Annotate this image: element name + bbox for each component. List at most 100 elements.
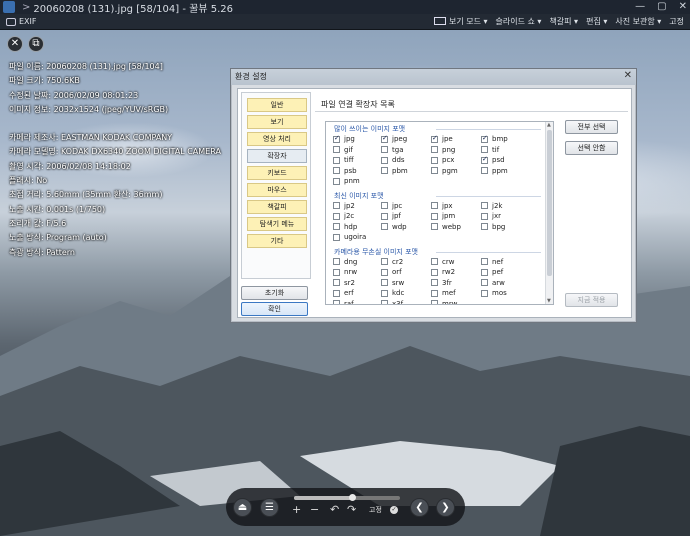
extension-checkbox-jpm[interactable]: jpm — [431, 212, 455, 220]
category-item[interactable]: 마우스 — [247, 183, 307, 197]
extension-checkbox-pcx[interactable]: pcx — [431, 156, 454, 164]
deselect-all-button[interactable]: 선택 안함 — [565, 141, 618, 155]
extension-checkbox-raf[interactable]: raf — [333, 300, 354, 304]
category-item[interactable]: 책갈피 — [247, 200, 307, 214]
checkbox[interactable] — [333, 177, 340, 185]
checkbox[interactable] — [381, 289, 388, 297]
slideshow-menu[interactable]: 슬라이드 쇼 ▾ — [496, 16, 542, 27]
checkbox[interactable] — [381, 156, 388, 164]
checkbox[interactable] — [381, 202, 388, 209]
prev-icon[interactable]: ❮ — [410, 498, 429, 517]
checkbox[interactable] — [333, 167, 340, 174]
extension-checkbox-jpg[interactable]: jpg — [333, 134, 355, 143]
fix-toggle-icon[interactable]: ✓ — [390, 506, 398, 514]
category-item[interactable]: 영상 처리 — [247, 132, 307, 146]
reset-button[interactable]: 초기화 — [241, 286, 308, 300]
checkbox[interactable] — [333, 212, 340, 220]
extension-checkbox-pef[interactable]: pef — [481, 268, 503, 276]
checkbox[interactable] — [333, 202, 340, 209]
extension-checkbox-psd[interactable]: psd — [481, 155, 505, 164]
checkbox[interactable] — [481, 258, 488, 265]
extension-checkbox-pbm[interactable]: pbm — [381, 167, 408, 175]
checkbox[interactable] — [431, 156, 438, 164]
extension-checkbox-jp2[interactable]: jp2 — [333, 202, 355, 210]
category-item[interactable]: 키보드 — [247, 166, 307, 180]
checkbox[interactable] — [431, 279, 438, 286]
checkbox[interactable] — [333, 134, 340, 143]
apply-now-button[interactable]: 지금 적용 — [565, 293, 618, 307]
eject-icon[interactable]: ⏏ — [233, 498, 252, 517]
checkbox[interactable] — [431, 134, 438, 143]
checkbox[interactable] — [381, 300, 388, 304]
checkbox[interactable] — [431, 146, 438, 153]
menu-icon[interactable]: ☰ — [260, 498, 279, 517]
checkbox[interactable] — [381, 268, 388, 276]
close-window-button[interactable]: ✕ — [679, 1, 687, 12]
copy-overlay-button[interactable]: ⧉ — [28, 36, 44, 52]
progress-bar[interactable] — [294, 494, 400, 501]
extension-scrollbar[interactable]: ▲ ▼ — [545, 122, 553, 304]
checkbox[interactable] — [481, 223, 488, 230]
pin-menu[interactable]: 고정 — [669, 16, 684, 27]
view-mode-menu[interactable]: 보기 모드 ▾ — [433, 16, 488, 27]
checkbox[interactable] — [481, 268, 488, 276]
checkbox[interactable] — [431, 223, 438, 230]
checkbox[interactable] — [481, 279, 488, 286]
next-icon[interactable]: ❯ — [436, 498, 455, 517]
extension-checkbox-mrw[interactable]: mrw — [431, 300, 457, 304]
extension-checkbox-kdc[interactable]: kdc — [381, 289, 404, 297]
dialog-close-button[interactable]: ✕ — [624, 70, 632, 81]
checkbox[interactable] — [481, 202, 488, 209]
checkbox[interactable] — [333, 233, 340, 241]
category-item[interactable]: 확장자 — [247, 149, 307, 163]
checkbox[interactable] — [333, 279, 340, 286]
category-item[interactable]: 탐색기 메뉴 — [247, 217, 307, 231]
close-overlay-button[interactable]: ✕ — [7, 36, 23, 52]
checkbox[interactable] — [333, 289, 340, 297]
exif-toggle[interactable]: EXIF — [6, 17, 37, 26]
checkbox[interactable] — [481, 167, 488, 174]
scroll-down-icon[interactable]: ▼ — [547, 298, 551, 304]
extension-checkbox-srw[interactable]: srw — [381, 279, 404, 287]
checkbox[interactable] — [333, 268, 340, 276]
extension-checkbox-rw2[interactable]: rw2 — [431, 268, 455, 276]
extension-checkbox-crw[interactable]: crw — [431, 258, 454, 266]
checkbox[interactable] — [333, 223, 340, 230]
extension-checkbox-jxr[interactable]: jxr — [481, 212, 501, 220]
extension-checkbox-bmp[interactable]: bmp — [481, 134, 508, 143]
extension-checkbox-ppm[interactable]: ppm — [481, 167, 508, 175]
extension-checkbox-gif[interactable]: gif — [333, 146, 353, 154]
extension-list[interactable]: ▲ ▼ 많이 쓰이는 이미지 포맷 jpg jpeg jpe bmp gif tga png t… — [325, 121, 554, 305]
extension-checkbox-webp[interactable]: webp — [431, 223, 461, 231]
extension-checkbox-psb[interactable]: psb — [333, 167, 357, 175]
extension-checkbox-jpeg[interactable]: jpeg — [381, 134, 407, 143]
photo-library-menu[interactable]: 사진 보관함 ▾ — [615, 16, 661, 27]
checkbox[interactable] — [481, 212, 488, 220]
maximize-button[interactable]: ▢ — [657, 1, 666, 12]
extension-checkbox-tiff[interactable]: tiff — [333, 156, 354, 164]
extension-checkbox-jpe[interactable]: jpe — [431, 134, 453, 143]
extension-checkbox-j2k[interactable]: j2k — [481, 202, 502, 210]
checkbox[interactable] — [333, 146, 340, 153]
extension-checkbox-wdp[interactable]: wdp — [381, 223, 407, 231]
extension-checkbox-jpx[interactable]: jpx — [431, 202, 453, 210]
zoom-out-icon[interactable]: − — [310, 503, 319, 516]
extension-checkbox-hdp[interactable]: hdp — [333, 223, 357, 231]
checkbox[interactable] — [381, 167, 388, 174]
checkbox[interactable] — [481, 146, 488, 153]
checkbox[interactable] — [381, 134, 388, 143]
extension-checkbox-tif[interactable]: tif — [481, 146, 499, 154]
category-item[interactable]: 일반 — [247, 98, 307, 112]
checkbox[interactable] — [381, 212, 388, 220]
checkbox[interactable] — [381, 146, 388, 153]
bookmark-menu[interactable]: 책갈피 ▾ — [549, 16, 578, 27]
checkbox[interactable] — [431, 289, 438, 297]
zoom-in-icon[interactable]: + — [292, 503, 301, 516]
checkbox[interactable] — [381, 279, 388, 286]
checkbox[interactable] — [481, 155, 488, 164]
progress-knob[interactable] — [349, 494, 357, 501]
rotate-left-icon[interactable]: ↶ — [330, 503, 339, 516]
extension-checkbox-j2c[interactable]: j2c — [333, 212, 354, 220]
extension-checkbox-tga[interactable]: tga — [381, 146, 403, 154]
scroll-thumb[interactable] — [547, 130, 552, 276]
